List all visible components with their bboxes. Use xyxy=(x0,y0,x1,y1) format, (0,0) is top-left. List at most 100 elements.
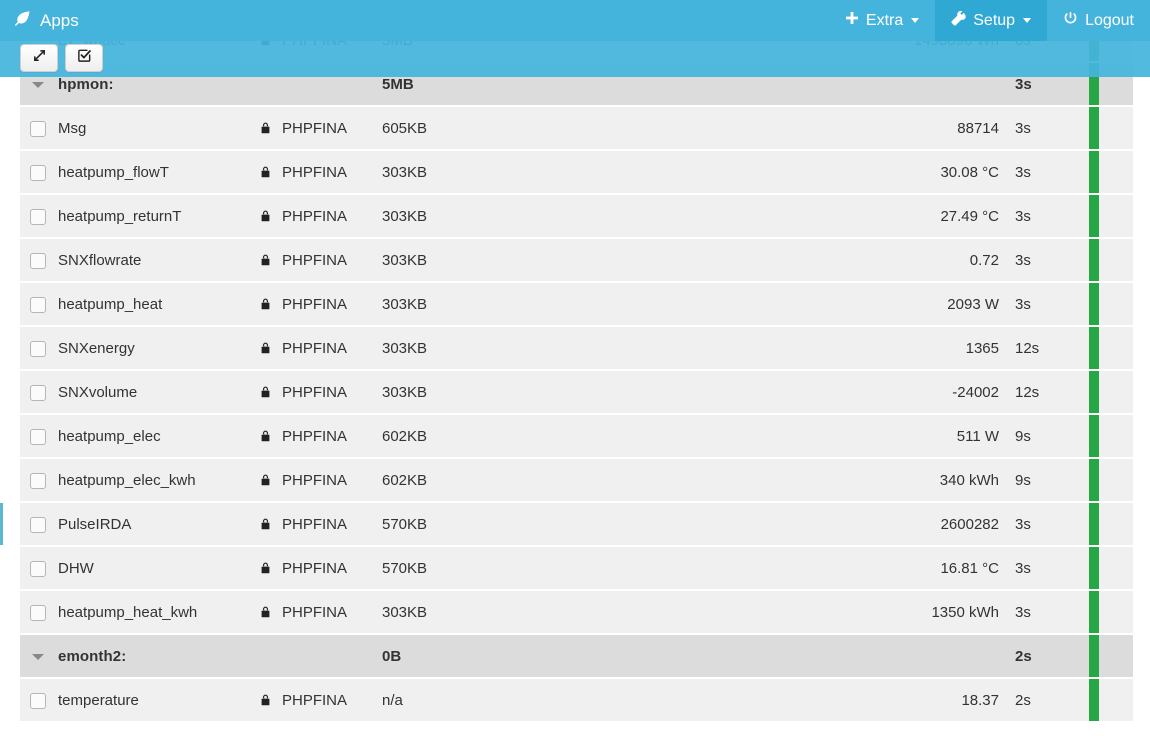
feed-table-body: e1PHPFINA3MB5505556se1_whaccPHPFINA3MB14… xyxy=(0,0,1133,722)
feed-status-bar xyxy=(1075,546,1133,590)
lock-icon xyxy=(260,458,282,502)
row-checkbox-cell[interactable] xyxy=(20,590,58,634)
row-checkbox[interactable] xyxy=(30,252,46,269)
feed-update-time: 3s xyxy=(1015,559,1031,577)
feed-size: 0B xyxy=(382,647,402,665)
row-gutter xyxy=(0,458,20,502)
lock-icon xyxy=(260,238,282,282)
feed-value: 2600282 xyxy=(940,515,999,533)
row-gutter xyxy=(0,62,20,106)
feed-update-time: 3s xyxy=(1015,295,1031,313)
feed-size: 570KB xyxy=(382,515,428,533)
expand-button[interactable] xyxy=(20,44,58,72)
lock-icon xyxy=(260,546,282,590)
feed-update-time: 3s xyxy=(1015,603,1031,621)
expand-arrows-icon xyxy=(32,48,47,68)
row-checkbox[interactable] xyxy=(30,604,46,621)
chevron-down-icon[interactable] xyxy=(32,81,44,88)
feed-update-time: 3s xyxy=(1015,119,1031,137)
row-checkbox[interactable] xyxy=(30,208,46,225)
row-checkbox-cell[interactable] xyxy=(20,194,58,238)
row-checkbox[interactable] xyxy=(30,384,46,401)
feed-group-row[interactable]: hpmon: 5MB 3s xyxy=(0,62,1133,106)
feed-row[interactable]: SNXenergy PHPFINA 303KB 1365 12s xyxy=(0,326,1133,370)
feed-size: 303KB xyxy=(382,295,428,313)
navbar-brand[interactable]: Apps xyxy=(0,0,93,41)
feed-status-bar xyxy=(1075,194,1133,238)
feed-update-time: 2s xyxy=(1015,647,1032,665)
feed-size: n/a xyxy=(382,691,403,709)
row-spacer xyxy=(537,238,857,282)
row-checkbox[interactable] xyxy=(30,692,46,709)
row-checkbox-cell[interactable] xyxy=(20,678,58,722)
row-checkbox-cell[interactable] xyxy=(20,282,58,326)
row-checkbox[interactable] xyxy=(30,428,46,445)
feed-row[interactable]: heatpump_heat_kwh PHPFINA 303KB 1350 kWh 3s xyxy=(0,590,1133,634)
feed-status-bar xyxy=(1075,458,1133,502)
feed-group-row[interactable]: emonth2: 0B 2s xyxy=(0,634,1133,678)
status-indicator xyxy=(1089,63,1099,105)
feed-status-bar xyxy=(1075,678,1133,722)
feed-row[interactable]: heatpump_flowT PHPFINA 303KB 30.08 °C 3s xyxy=(0,150,1133,194)
row-gutter xyxy=(0,590,20,634)
feed-row[interactable]: DHW PHPFINA 570KB 16.81 °C 3s xyxy=(0,546,1133,590)
row-checkbox-cell[interactable] xyxy=(20,370,58,414)
row-checkbox[interactable] xyxy=(30,472,46,489)
row-checkbox-cell[interactable] xyxy=(20,150,58,194)
row-checkbox-cell[interactable] xyxy=(20,458,58,502)
row-checkbox[interactable] xyxy=(30,296,46,313)
lock-icon xyxy=(260,194,282,238)
row-gutter xyxy=(0,282,20,326)
row-checkbox-cell[interactable] xyxy=(20,326,58,370)
nav-item-logout-label: Logout xyxy=(1085,11,1134,29)
feed-row[interactable]: heatpump_returnT PHPFINA 303KB 27.49 °C 3s xyxy=(0,194,1133,238)
nav-item-extra[interactable]: Extra xyxy=(829,0,935,41)
feed-engine: PHPFINA xyxy=(282,559,348,577)
feed-engine: PHPFINA xyxy=(282,515,348,533)
group-toggle[interactable] xyxy=(20,634,58,678)
feed-engine: PHPFINA xyxy=(282,295,348,313)
row-checkbox-cell[interactable] xyxy=(20,414,58,458)
leaf-icon xyxy=(14,10,31,32)
row-checkbox-cell[interactable] xyxy=(20,106,58,150)
feed-row[interactable]: heatpump_heat PHPFINA 303KB 2093 W 3s xyxy=(0,282,1133,326)
row-checkbox[interactable] xyxy=(30,164,46,181)
row-checkbox-cell[interactable] xyxy=(20,238,58,282)
nav-item-logout[interactable]: Logout xyxy=(1047,0,1150,41)
feed-engine: PHPFINA xyxy=(282,119,348,137)
row-checkbox-cell[interactable] xyxy=(20,546,58,590)
row-checkbox[interactable] xyxy=(30,340,46,357)
feed-status-bar xyxy=(1075,502,1133,546)
feed-size: 5MB xyxy=(382,75,414,93)
feed-value: 0.72 xyxy=(969,251,999,269)
feed-size: 303KB xyxy=(382,163,428,181)
feed-name: SNXenergy xyxy=(58,339,135,357)
feed-row[interactable]: heatpump_elec PHPFINA 602KB 511 W 9s xyxy=(0,414,1133,458)
feed-value: 27.49 °C xyxy=(940,207,999,225)
feed-engine: PHPFINA xyxy=(282,251,348,269)
row-checkbox-cell[interactable] xyxy=(20,502,58,546)
feed-value: 1350 kWh xyxy=(931,603,999,621)
row-checkbox[interactable] xyxy=(30,516,46,533)
feed-status-bar xyxy=(1075,282,1133,326)
feed-row[interactable]: SNXflowrate PHPFINA 303KB 0.72 3s xyxy=(0,238,1133,282)
feed-status-bar xyxy=(1075,634,1133,678)
feed-row[interactable]: temperature PHPFINA n/a 18.37 2s xyxy=(0,678,1133,722)
row-checkbox[interactable] xyxy=(30,560,46,577)
lock-icon xyxy=(260,590,282,634)
lock-icon xyxy=(260,414,282,458)
select-all-button[interactable] xyxy=(65,44,103,72)
feed-name: DHW xyxy=(58,559,94,577)
feed-size: 605KB xyxy=(382,119,428,137)
feed-row[interactable]: SNXvolume PHPFINA 303KB -24002 12s xyxy=(0,370,1133,414)
lock-icon xyxy=(260,106,282,150)
feed-row[interactable]: Msg PHPFINA 605KB 88714 3s xyxy=(0,106,1133,150)
nav-item-setup[interactable]: Setup xyxy=(935,0,1048,41)
row-checkbox[interactable] xyxy=(30,120,46,137)
feed-name: heatpump_elec_kwh xyxy=(58,471,196,489)
feed-size: 602KB xyxy=(382,427,428,445)
status-indicator xyxy=(1089,591,1099,633)
feed-row[interactable]: heatpump_elec_kwh PHPFINA 602KB 340 kWh 9s xyxy=(0,458,1133,502)
chevron-down-icon[interactable] xyxy=(32,653,44,660)
feed-row[interactable]: PulseIRDA PHPFINA 570KB 2600282 3s xyxy=(0,502,1133,546)
